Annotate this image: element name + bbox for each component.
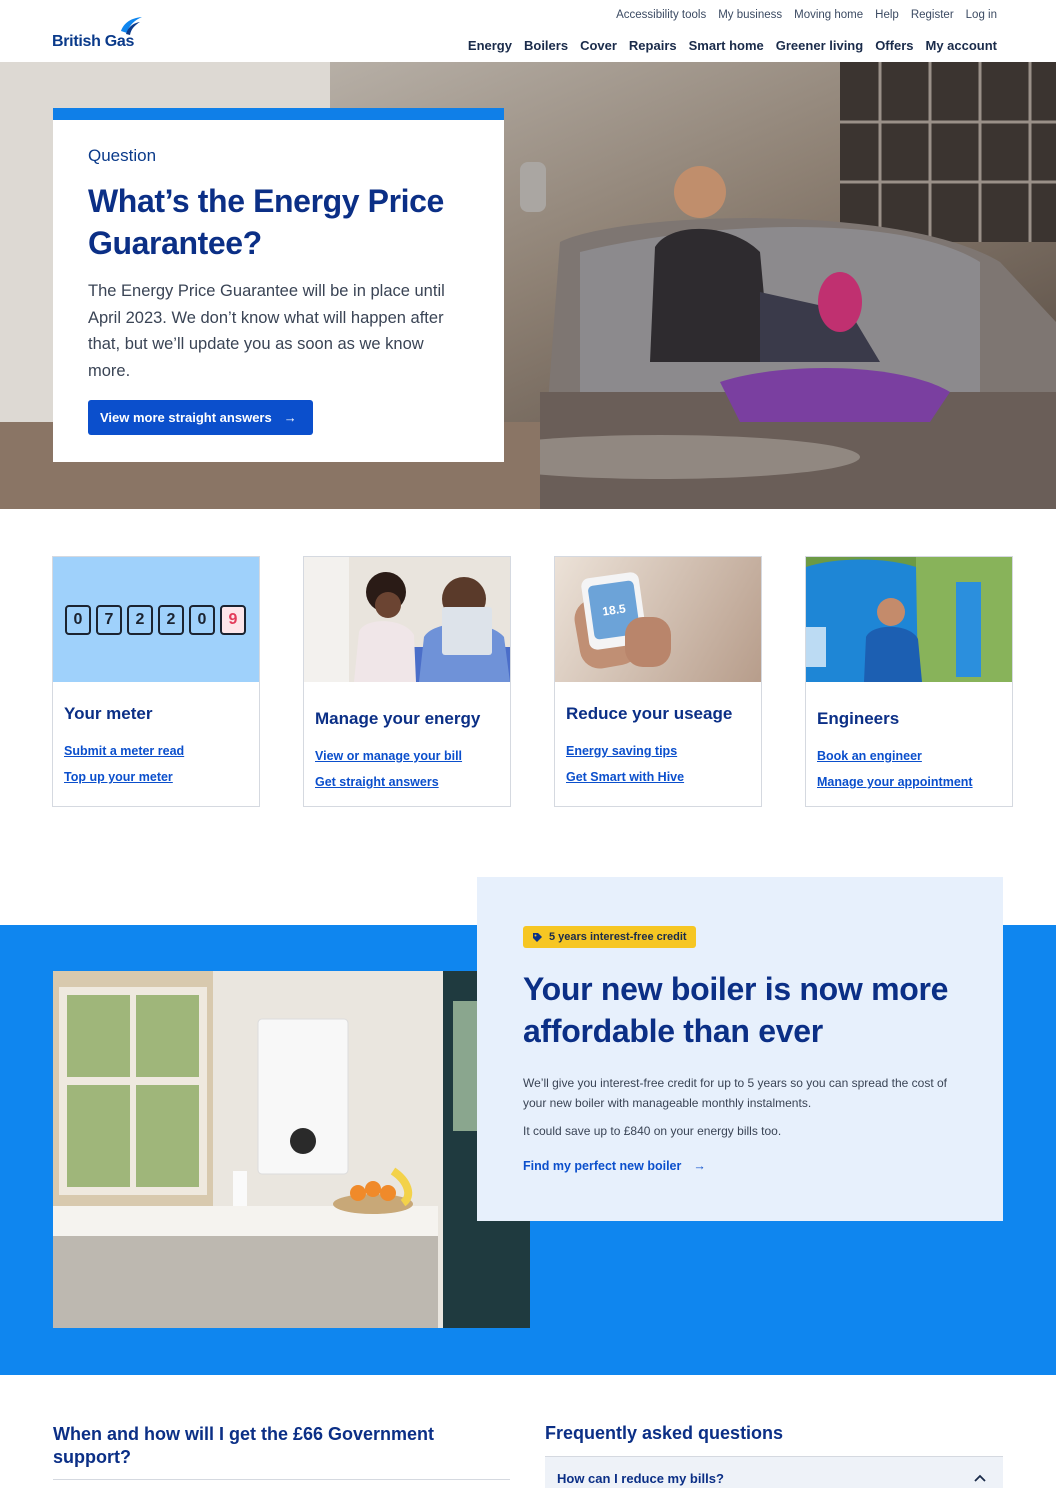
tile-title: Manage your energy	[315, 709, 481, 728]
boiler-promo-card: 5 years interest-free credit Your new bo…	[477, 877, 1003, 1221]
util-help[interactable]: Help	[875, 9, 899, 21]
hero-title: What’s the Energy Price Guarantee?	[88, 183, 444, 261]
nav-smart-home[interactable]: Smart home	[689, 38, 764, 53]
nav-repairs[interactable]: Repairs	[629, 38, 677, 53]
view-more-answers-label: View more straight answers	[100, 410, 272, 425]
view-more-answers-button[interactable]: View more straight answers →	[88, 400, 313, 435]
tile-title: Reduce your useage	[566, 704, 733, 723]
faq-question: How can I reduce my bills?	[557, 1471, 724, 1486]
family-laptop-photo	[304, 557, 510, 682]
meter-digit: 2	[127, 605, 153, 635]
tag-icon	[533, 932, 542, 942]
hero-banner: Question What’s the Energy Price Guarant…	[0, 62, 1056, 509]
main-nav: Energy Boilers Cover Repairs Smart home …	[468, 38, 997, 53]
util-accessibility-tools[interactable]: Accessibility tools	[616, 9, 706, 21]
tile-reduce-useage: 18.5 Reduce your useage Energy saving ti…	[554, 556, 762, 807]
view-manage-bill-link[interactable]: View or manage your bill	[315, 749, 510, 763]
faq-item-reduce-bills[interactable]: How can I reduce my bills?	[545, 1457, 1003, 1488]
book-engineer-link[interactable]: Book an engineer	[817, 749, 1012, 763]
meter-digit-rolling: 9	[220, 605, 246, 635]
get-smart-hive-link[interactable]: Get Smart with Hive	[566, 770, 761, 784]
hero-kicker: Question	[88, 146, 157, 165]
nav-energy[interactable]: Energy	[468, 38, 512, 53]
chevron-up-icon	[974, 1474, 986, 1482]
nav-greener-living[interactable]: Greener living	[776, 38, 863, 53]
nav-offers[interactable]: Offers	[875, 38, 913, 53]
hero-body: The Energy Price Guarantee will be in pl…	[88, 282, 445, 380]
nav-boilers[interactable]: Boilers	[524, 38, 568, 53]
boiler-paragraph: We’ll give you interest-free credit for …	[523, 1076, 947, 1110]
tile-title: Your meter	[64, 704, 153, 723]
meter-digit: 0	[65, 605, 91, 635]
utility-nav: Accessibility tools My business Moving h…	[616, 9, 997, 21]
tile-your-meter: 0 7 2 2 0 9 Your meter Submit a meter re…	[52, 556, 260, 807]
energy-saving-tips-link[interactable]: Energy saving tips	[566, 744, 761, 758]
util-moving-home[interactable]: Moving home	[794, 9, 863, 21]
interest-free-badge: 5 years interest-free credit	[523, 926, 696, 948]
meter-digits-illustration: 0 7 2 2 0 9	[53, 557, 259, 682]
meter-digit: 2	[158, 605, 184, 635]
submit-meter-read-link[interactable]: Submit a meter read	[64, 744, 259, 758]
british-gas-logo[interactable]: British Gas	[52, 14, 162, 54]
site-header: British Gas Accessibility tools My busin…	[0, 0, 1056, 62]
boiler-title: Your new boiler is now more affordable t…	[523, 971, 949, 1049]
get-straight-answers-link[interactable]: Get straight answers	[315, 775, 510, 789]
util-register[interactable]: Register	[911, 9, 954, 21]
nav-cover[interactable]: Cover	[580, 38, 617, 53]
engineer-van-photo	[806, 557, 1012, 682]
util-my-business[interactable]: My business	[718, 9, 782, 21]
boiler-kitchen-photo	[53, 971, 530, 1328]
thermostat-reading: 18.5	[601, 601, 627, 619]
badge-label: 5 years interest-free credit	[549, 931, 687, 943]
hero-card: Question What’s the Energy Price Guarant…	[53, 108, 504, 462]
tile-title: Engineers	[817, 709, 900, 728]
tile-manage-energy: Manage your energy View or manage your b…	[303, 556, 511, 807]
nav-my-account[interactable]: My account	[925, 38, 997, 53]
top-up-meter-link[interactable]: Top up your meter	[64, 770, 259, 784]
logo-wordmark: British Gas	[52, 33, 135, 50]
find-new-boiler-label: Find my perfect new boiler	[523, 1158, 682, 1173]
arrow-right-icon: →	[283, 410, 297, 425]
gov-support-title: When and how will I get the £66 Governme…	[53, 1424, 435, 1467]
thermostat-hand-photo: 18.5	[555, 557, 761, 682]
meter-digits: 0 7 2 2 0 9	[65, 605, 246, 635]
divider	[53, 1479, 510, 1480]
boiler-savings-paragraph: It could save up to £840 on your energy …	[523, 1124, 782, 1138]
find-new-boiler-link[interactable]: Find my perfect new boiler →	[523, 1159, 706, 1173]
tile-engineers: Engineers Book an engineer Manage your a…	[805, 556, 1013, 807]
meter-digit: 0	[189, 605, 215, 635]
arrow-right-icon: →	[693, 1158, 706, 1173]
manage-appointment-link[interactable]: Manage your appointment	[817, 775, 1012, 789]
faq-title: Frequently asked questions	[545, 1423, 784, 1443]
util-log-in[interactable]: Log in	[966, 9, 997, 21]
meter-digit: 7	[96, 605, 122, 635]
